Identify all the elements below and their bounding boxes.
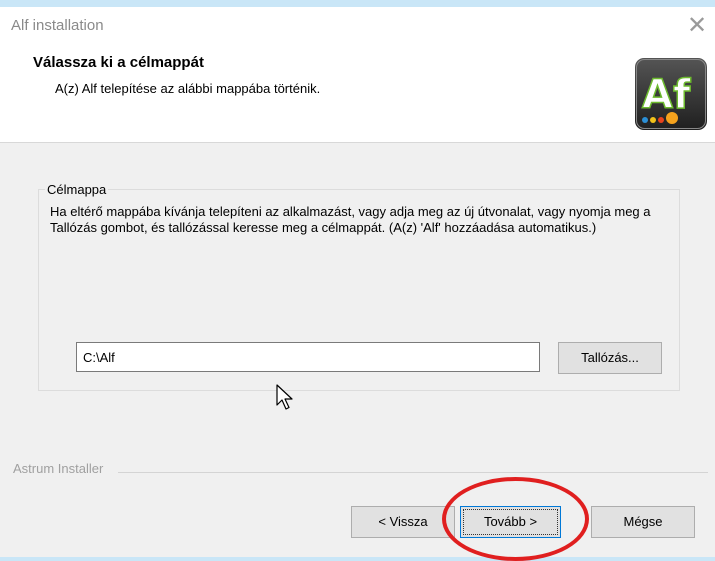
svg-text:Af: Af [642,72,691,118]
group-label: Célmappa [45,182,109,197]
back-button[interactable]: < Vissza [351,506,455,538]
title-bar: Alf installation ✕ [0,7,715,43]
folder-description: Ha eltérő mappába kívánja telepíteni az … [50,204,651,235]
mouse-pointer-icon [276,384,293,410]
footer-divider [118,472,708,473]
page-subtitle: A(z) Alf telepítése az alábbi mappába tö… [55,81,321,96]
page-title: Válassza ki a célmappát [33,54,204,71]
close-icon[interactable]: ✕ [683,13,711,39]
window-title: Alf installation [11,17,104,34]
install-path-input[interactable] [76,342,540,372]
highlight-annotation [442,477,589,561]
alf-app-logo-icon: Af [635,58,707,130]
browse-button[interactable]: Tallózás... [558,342,662,374]
wizard-header: Válassza ki a célmappát A(z) Alf telepít… [0,43,715,143]
installer-brand-label: Astrum Installer [13,461,108,476]
cancel-button[interactable]: Mégse [591,506,695,538]
installer-window: Alf installation ✕ Válassza ki a célmapp… [0,7,715,561]
